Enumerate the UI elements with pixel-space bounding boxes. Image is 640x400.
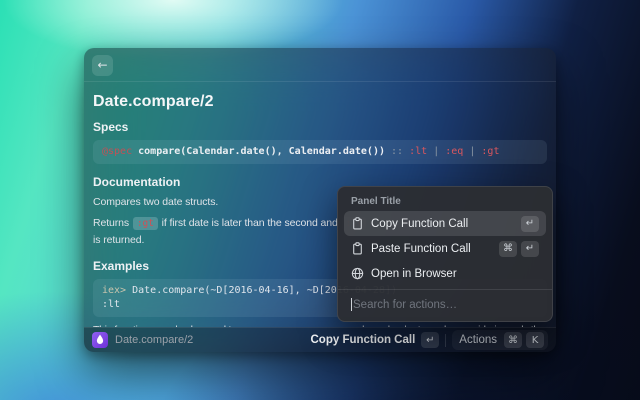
action-item-copy-function-call[interactable]: Copy Function Call ↵ [344,211,546,236]
primary-action-button[interactable]: Copy Function Call [311,334,416,346]
window-header: ← [84,48,556,82]
return-key-badge: ↵ [521,216,539,232]
clipboard-icon [351,217,364,230]
spec-code-block: @spec compare(Calendar.date(), Calendar.… [93,140,547,164]
return-key-badge: ↵ [421,332,439,348]
text-cursor [351,298,352,311]
actions-button[interactable]: Actions ⌘ K [452,330,548,350]
actions-label: Actions [456,334,500,346]
desktop-background: ← Date.compare/2 Specs @spec compare(Cal… [0,0,640,400]
back-arrow-icon: ← [97,58,107,72]
section-heading-specs: Specs [93,120,547,134]
code-token-atom-eq: :eq [445,146,463,157]
status-bar: Date.compare/2 Copy Function Call ↵ Acti… [84,327,556,352]
search-actions-input[interactable] [351,299,539,311]
code-token-atom-gt: :gt [481,146,499,157]
action-item-label: Copy Function Call [371,218,468,230]
status-app-label: Date.compare/2 [115,334,193,346]
action-item-label: Open in Browser [371,268,457,280]
globe-icon [351,267,364,280]
doc-note-paragraph: This function can also be used to compar… [93,322,547,327]
action-item-open-in-browser[interactable]: Open in Browser [344,261,546,286]
back-button[interactable]: ← [92,55,113,76]
page-title: Date.compare/2 [93,93,547,111]
code-token-doublecolon: :: [391,146,403,157]
action-search-row[interactable] [338,289,552,319]
action-panel-title: Panel Title [344,193,546,211]
status-bar-divider [445,334,446,347]
status-bar-right: Copy Function Call ↵ Actions ⌘ K [311,330,549,350]
command-key-badge: ⌘ [499,241,517,257]
doc-text: Returns [93,217,129,229]
action-item-keys: ⌘ ↵ [499,241,539,257]
return-key-badge: ↵ [521,241,539,257]
code-token-signature: compare(Calendar.date(), Calendar.date()… [138,146,385,157]
k-key-badge: K [526,332,544,348]
command-key-badge: ⌘ [504,332,522,348]
elixir-drop-icon [92,332,108,348]
action-panel: Panel Title Copy Function Call ↵ Paste F… [337,186,553,322]
action-item-keys: ↵ [521,216,539,232]
clipboard-icon [351,242,364,255]
doc-text: is returned. [93,234,144,246]
doc-text: if first date is later than the second a… [162,217,338,229]
action-item-paste-function-call[interactable]: Paste Function Call ⌘ ↵ [344,236,546,261]
action-item-label: Paste Function Call [371,243,471,255]
inline-code-gt: :gt [133,217,158,230]
code-token-atom-lt: :lt [409,146,427,157]
code-token-keyword: @spec [102,146,132,157]
